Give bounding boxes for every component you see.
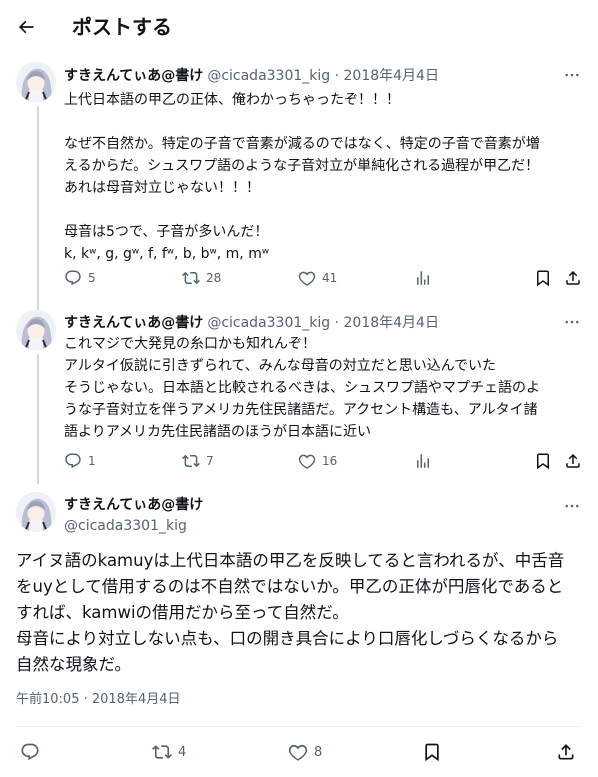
reply-button[interactable] xyxy=(20,742,40,762)
reply-icon xyxy=(21,743,39,761)
handle-and-date: @cicada3301_kig · 2018年4月4日 xyxy=(207,68,439,84)
views-button[interactable] xyxy=(414,268,432,288)
views-icon xyxy=(417,454,429,468)
repost-icon xyxy=(182,271,200,285)
repost-button[interactable]: 7 xyxy=(182,451,214,471)
tweet-text: アイヌ語のkamuyは上代日本語の甲乙を反映してると言われるが、中舌音 をuyと… xyxy=(16,551,565,674)
tweet-header: すきえんてぃあ@書け @cicada3301_kig · 2018年4月4日 xyxy=(64,65,439,85)
back-arrow-icon[interactable] xyxy=(12,13,40,41)
repost-count: 4 xyxy=(178,744,187,760)
bookmark-button[interactable] xyxy=(534,451,552,471)
reply-icon xyxy=(65,270,81,286)
like-button[interactable]: 8 xyxy=(288,742,322,762)
page-title: ポストする xyxy=(72,15,172,39)
views-button[interactable] xyxy=(414,451,432,471)
thread-line xyxy=(37,354,39,484)
bookmark-icon xyxy=(537,453,549,470)
reply-button[interactable]: 1 xyxy=(64,451,96,471)
more-icon[interactable] xyxy=(562,65,582,85)
share-icon xyxy=(566,270,580,285)
display-name[interactable]: すきえんてぃあ@書け xyxy=(64,65,203,85)
repost-button[interactable]: 28 xyxy=(182,268,221,288)
timestamp[interactable]: 午前10:05 · 2018年4月4日 xyxy=(16,690,181,710)
display-name[interactable]: すきえんてぃあ@書け xyxy=(64,496,203,514)
reply-count: 1 xyxy=(88,454,96,468)
views-icon xyxy=(417,271,429,285)
share-icon xyxy=(566,453,580,468)
reply-icon xyxy=(65,453,81,469)
tweet-header: すきえんてぃあ@書け @cicada3301_kig · 2018年4月4日 xyxy=(64,312,439,332)
tweet-actions: 4 8 xyxy=(16,742,582,764)
thread-line xyxy=(37,300,39,310)
tweet-actions: 5 28 41 xyxy=(64,268,584,288)
repost-count: 7 xyxy=(206,454,214,468)
tweet-text: 上代日本語の甲乙の正体、俺わかっちゃったぞ！！！ なぜ不自然か。特定の子音で音素… xyxy=(64,92,540,262)
share-button[interactable] xyxy=(556,742,576,762)
like-count: 16 xyxy=(322,454,338,468)
heart-icon xyxy=(298,271,316,286)
bookmark-button[interactable] xyxy=(534,268,552,288)
divider xyxy=(16,726,582,727)
reply-button[interactable]: 5 xyxy=(64,268,96,288)
avatar[interactable] xyxy=(16,62,56,102)
heart-icon xyxy=(288,744,308,761)
share-button[interactable] xyxy=(564,268,582,288)
more-icon[interactable] xyxy=(562,312,582,332)
display-name[interactable]: すきえんてぃあ@書け xyxy=(64,312,203,332)
reply-count: 5 xyxy=(88,271,96,285)
bookmark-icon xyxy=(537,270,549,287)
like-button[interactable]: 41 xyxy=(298,268,337,288)
bookmark-button[interactable] xyxy=(422,742,442,762)
like-count: 41 xyxy=(322,271,338,285)
repost-icon xyxy=(152,745,172,759)
thread-line xyxy=(37,106,39,300)
share-icon xyxy=(558,744,574,760)
heart-icon xyxy=(298,454,316,469)
avatar[interactable] xyxy=(16,310,56,350)
repost-button[interactable]: 4 xyxy=(152,742,186,762)
repost-icon xyxy=(182,454,200,468)
top-bar: ポストする xyxy=(0,0,598,53)
like-button[interactable]: 16 xyxy=(298,451,337,471)
like-count: 8 xyxy=(314,744,323,760)
avatar[interactable] xyxy=(16,492,56,532)
tweet-text: これマジで大発見の糸口かも知れんぞ！ アルタイ仮説に引きずられて、みんな母音の対… xyxy=(64,336,540,440)
more-icon[interactable] xyxy=(562,496,582,516)
share-button[interactable] xyxy=(564,451,582,471)
handle-and-date: @cicada3301_kig · 2018年4月4日 xyxy=(207,315,439,331)
repost-count: 28 xyxy=(206,271,222,285)
handle[interactable]: @cicada3301_kig xyxy=(64,517,187,535)
tweet-actions: 1 7 16 xyxy=(64,451,584,471)
bookmark-icon xyxy=(425,743,439,762)
